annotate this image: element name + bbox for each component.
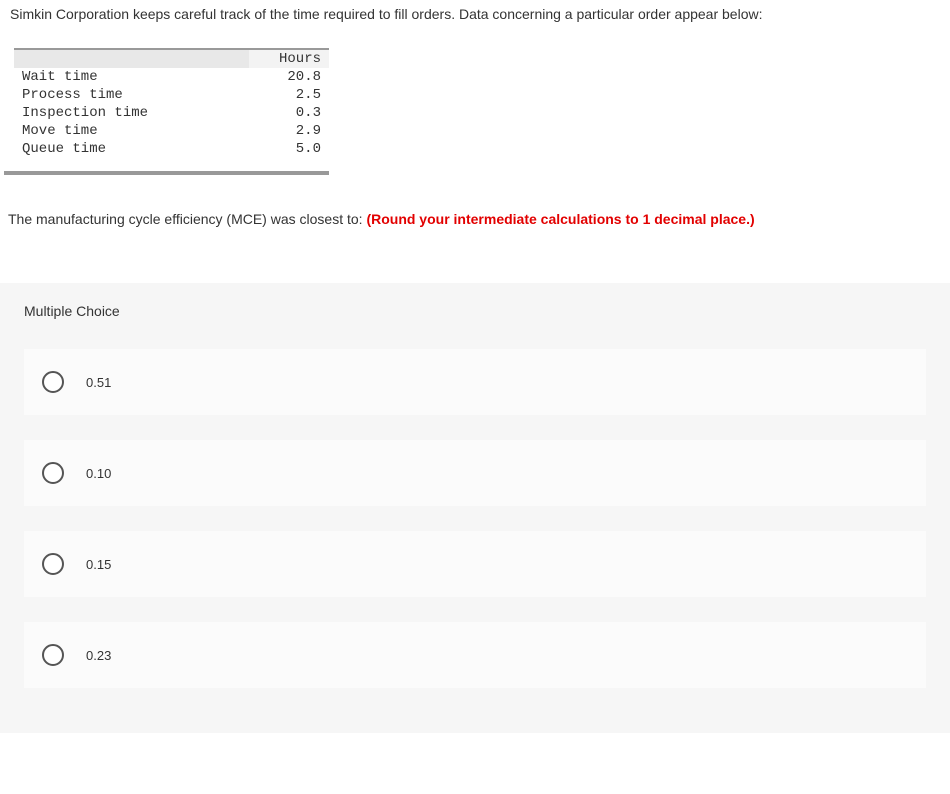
- mc-option-1[interactable]: 0.10: [24, 440, 926, 506]
- table-row-value: 5.0: [249, 140, 329, 161]
- table-row-label: Inspection time: [14, 104, 249, 122]
- mc-option-0[interactable]: 0.51: [24, 349, 926, 415]
- table-row-value: 0.3: [249, 104, 329, 122]
- radio-icon: [42, 371, 64, 393]
- radio-icon: [42, 462, 64, 484]
- question-prefix: The manufacturing cycle efficiency (MCE)…: [8, 211, 366, 227]
- multiple-choice-title: Multiple Choice: [24, 303, 926, 319]
- table-row-label: Process time: [14, 86, 249, 104]
- mc-option-label: 0.10: [86, 466, 111, 481]
- mc-option-label: 0.51: [86, 375, 111, 390]
- table-header-hours: Hours: [249, 49, 329, 68]
- radio-icon: [42, 553, 64, 575]
- table-row-label: Wait time: [14, 68, 249, 86]
- table-row-value: 2.9: [249, 122, 329, 140]
- multiple-choice-container: Multiple Choice 0.51 0.10 0.15 0.23: [0, 283, 950, 733]
- question-line: The manufacturing cycle efficiency (MCE)…: [0, 205, 950, 233]
- table-header-blank: [14, 49, 249, 68]
- mc-option-3[interactable]: 0.23: [24, 622, 926, 688]
- data-table: Hours Wait time 20.8 Process time 2.5 In…: [14, 48, 329, 161]
- question-intro: Simkin Corporation keeps careful track o…: [0, 0, 950, 28]
- mc-option-2[interactable]: 0.15: [24, 531, 926, 597]
- question-emphasis: (Round your intermediate calculations to…: [366, 211, 754, 227]
- table-row-value: 2.5: [249, 86, 329, 104]
- table-row-label: Queue time: [14, 140, 249, 161]
- table-row-label: Move time: [14, 122, 249, 140]
- data-table-wrapper: Hours Wait time 20.8 Process time 2.5 In…: [4, 48, 329, 175]
- table-row-value: 20.8: [249, 68, 329, 86]
- radio-icon: [42, 644, 64, 666]
- mc-option-label: 0.15: [86, 557, 111, 572]
- mc-option-label: 0.23: [86, 648, 111, 663]
